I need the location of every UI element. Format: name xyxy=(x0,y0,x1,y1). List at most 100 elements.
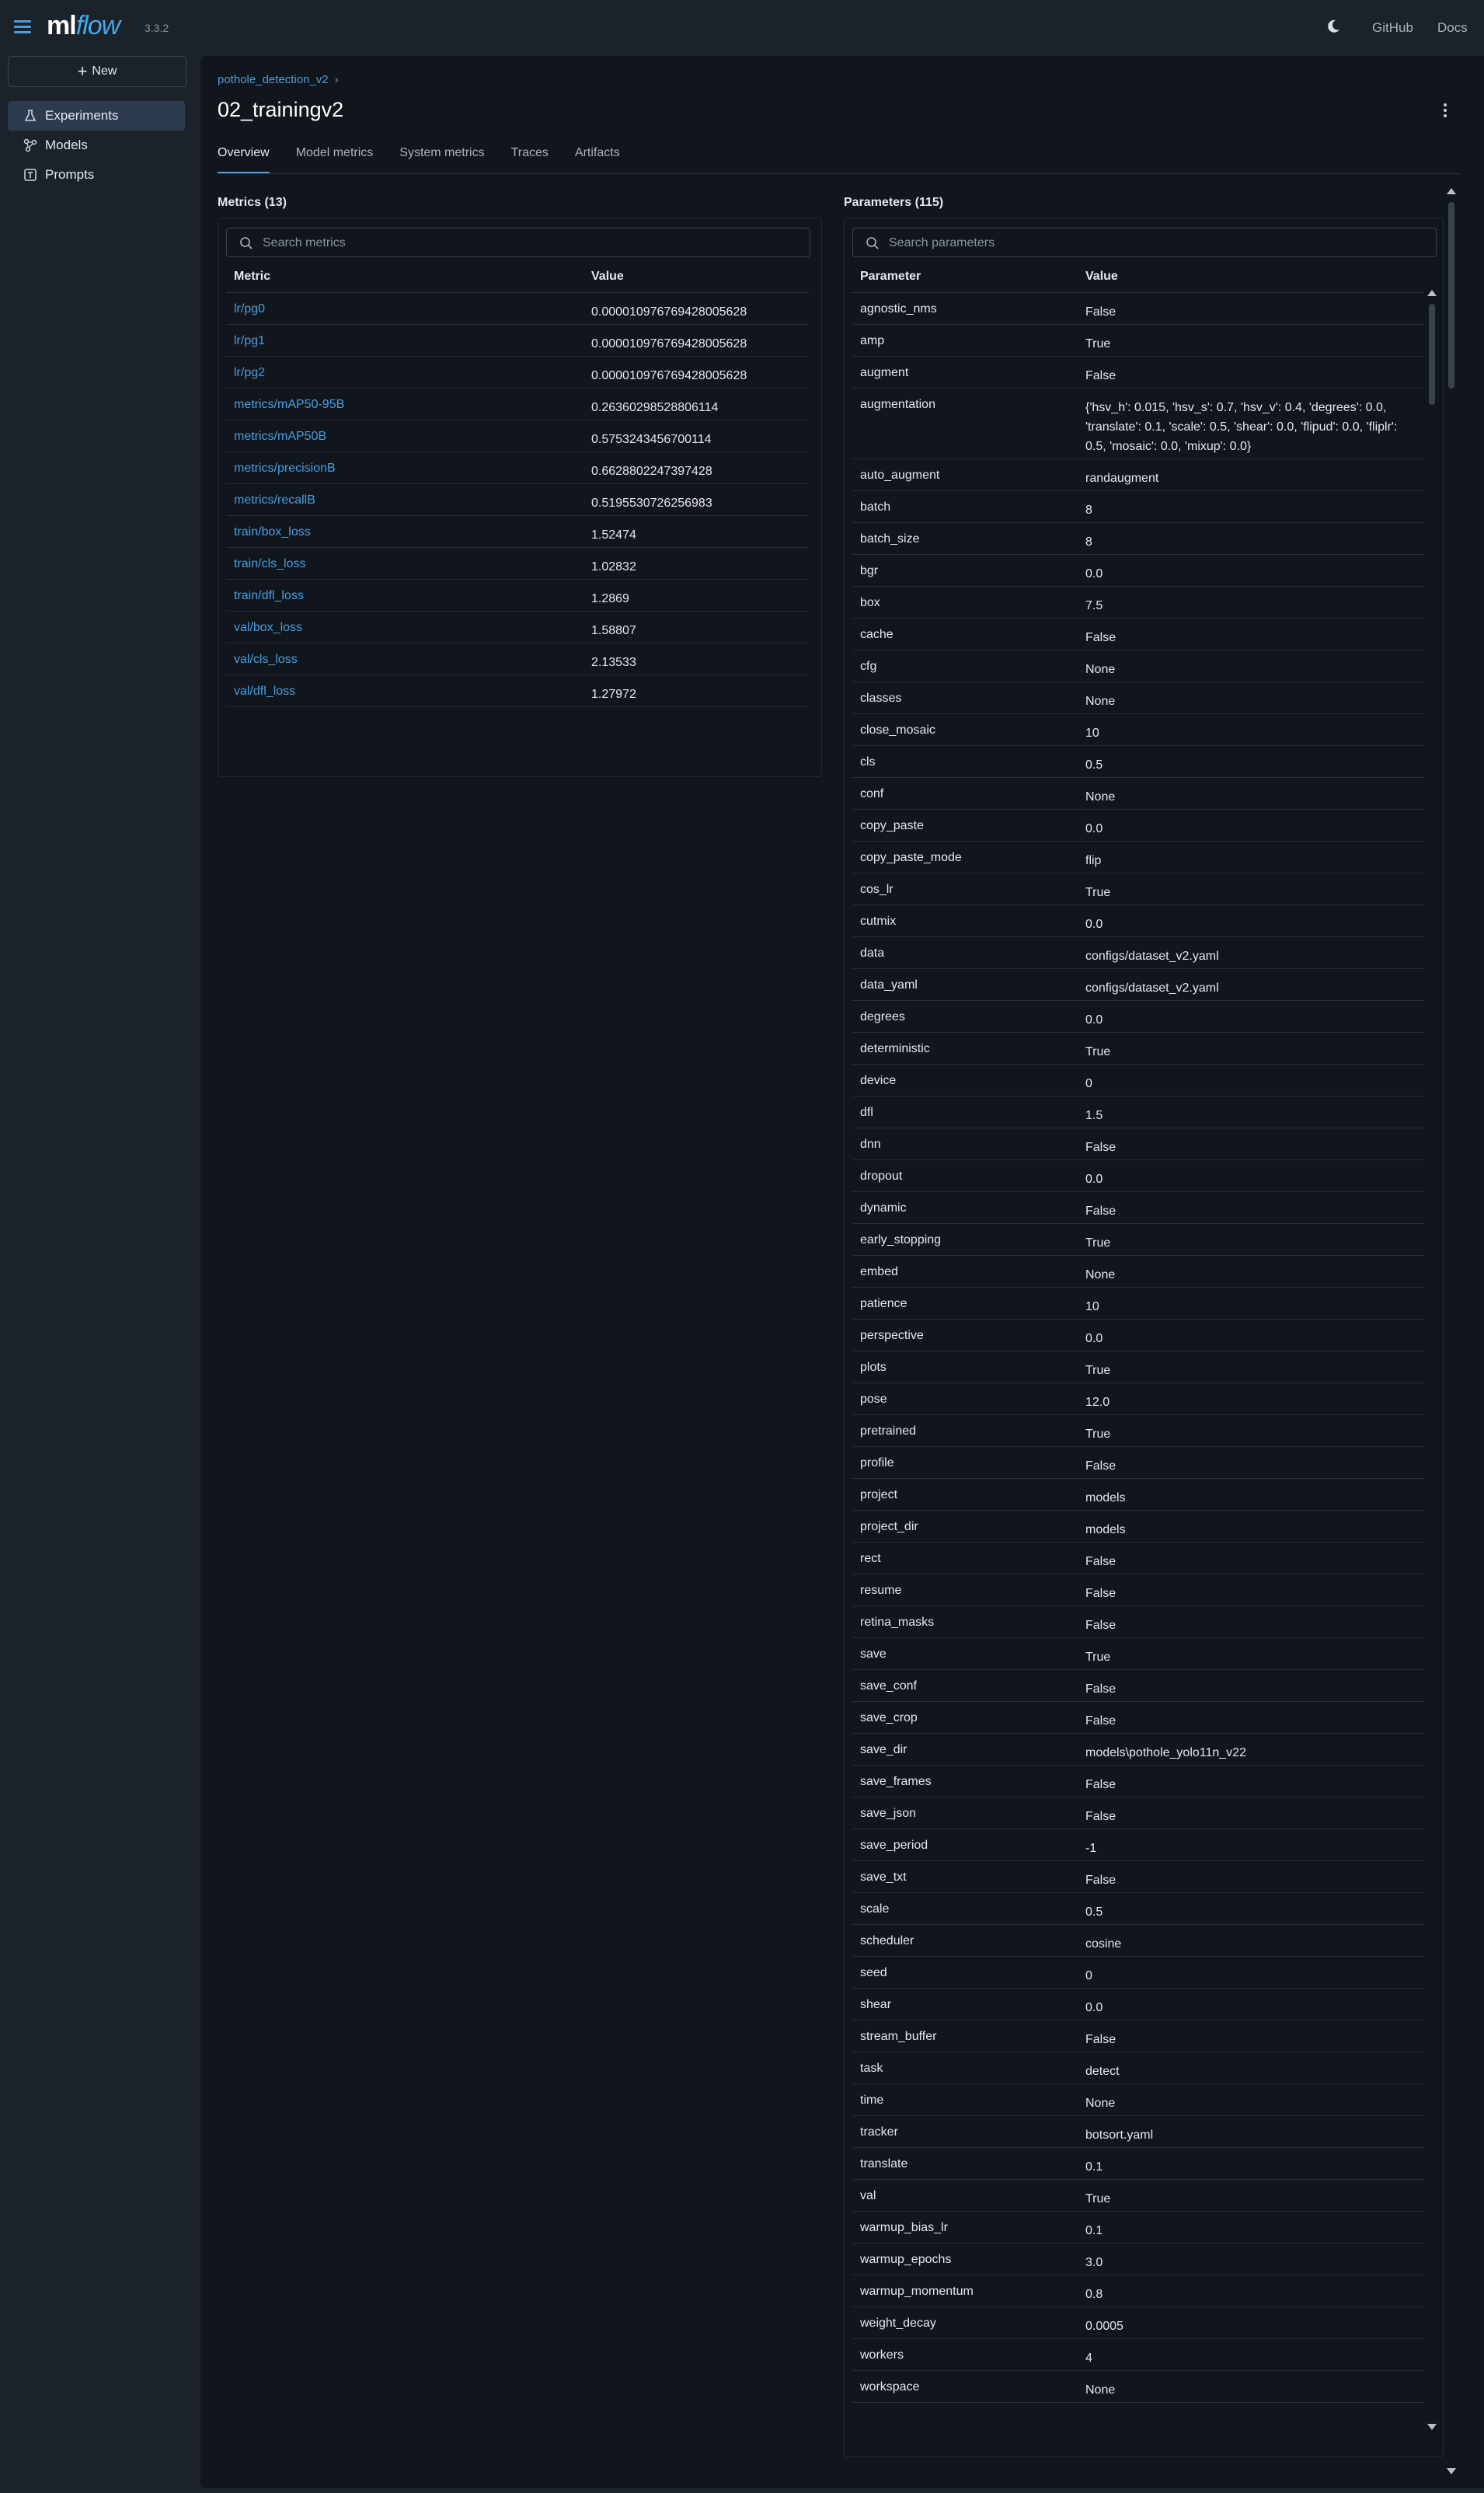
parameter-value: 0.1 xyxy=(1085,2224,1103,2237)
parameter-value: 0.0 xyxy=(1085,2001,1103,2014)
parameters-scrollbar[interactable] xyxy=(1427,288,1437,2433)
moon-icon[interactable] xyxy=(1325,19,1341,34)
search-icon xyxy=(866,237,879,249)
metric-name-link[interactable]: val/box_loss xyxy=(234,621,302,635)
parameter-value: configs/dataset_v2.yaml xyxy=(1085,950,1219,963)
parameter-value: False xyxy=(1085,1682,1116,1696)
parameters-search[interactable] xyxy=(852,228,1437,258)
tab-artifacts[interactable]: Artifacts xyxy=(575,146,620,174)
sidebar-item-experiments[interactable]: Experiments xyxy=(8,101,185,131)
parameter-value: 1.5 xyxy=(1085,1109,1103,1122)
table-row: embed None xyxy=(852,1256,1424,1288)
parameter-name: embed xyxy=(860,1265,898,1278)
parameter-value: True xyxy=(1085,337,1111,350)
table-row: classes None xyxy=(852,682,1424,714)
sidebar-item-models[interactable]: Models xyxy=(8,131,185,160)
metric-name-link[interactable]: val/dfl_loss xyxy=(234,685,295,699)
scroll-up-icon[interactable] xyxy=(1427,290,1437,296)
table-row: patience 10 xyxy=(852,1288,1424,1320)
docs-link[interactable]: Docs xyxy=(1437,20,1468,36)
scroll-up-icon[interactable] xyxy=(1447,188,1456,194)
mlflow-logo[interactable]: mlflow xyxy=(47,11,120,41)
parameter-value: 0.5 xyxy=(1085,758,1103,772)
parameters-panel: Parameter Value agnostic_nms False amp True… xyxy=(844,218,1444,2457)
parameter-name: tracker xyxy=(860,2125,898,2139)
version-label: 3.3.2 xyxy=(145,22,169,34)
tab-traces[interactable]: Traces xyxy=(511,146,549,174)
table-row: val/box_loss 1.58807 xyxy=(226,612,809,643)
parameter-value: None xyxy=(1085,2097,1116,2110)
table-row: augmentation {'hsv_h': 0.015, 'hsv_s': 0.… xyxy=(852,389,1424,459)
parameter-value: None xyxy=(1085,663,1116,676)
table-row: scheduler cosine xyxy=(852,1925,1424,1957)
column-header-parameter[interactable]: Parameter xyxy=(860,270,921,284)
metric-name-link[interactable]: metrics/mAP50-95B xyxy=(234,398,344,412)
table-row: val/cls_loss 2.13533 xyxy=(226,643,809,675)
parameter-name: workers xyxy=(860,2348,904,2362)
logo-ml: ml xyxy=(47,11,77,40)
metric-name-link[interactable]: val/cls_loss xyxy=(234,653,298,667)
table-row: pretrained True xyxy=(852,1415,1424,1447)
breadcrumb-experiment-link[interactable]: pothole_detection_v2 xyxy=(218,73,329,86)
tab-overview[interactable]: Overview xyxy=(218,146,270,174)
page-scrollbar[interactable] xyxy=(1447,187,1456,2477)
parameter-value: detect xyxy=(1085,2065,1120,2078)
metric-name-link[interactable]: metrics/mAP50B xyxy=(234,430,326,444)
column-header-metric[interactable]: Metric xyxy=(234,270,270,284)
search-parameters-input[interactable] xyxy=(887,228,1357,258)
table-row: batch 8 xyxy=(852,491,1424,523)
parameter-name: scale xyxy=(860,1902,890,1916)
parameter-value: models\pothole_yolo11n_v22 xyxy=(1085,1746,1246,1759)
column-header-value[interactable]: Value xyxy=(1085,270,1118,284)
github-link[interactable]: GitHub xyxy=(1372,20,1413,36)
parameter-name: rect xyxy=(860,1552,881,1565)
metric-name-link[interactable]: lr/pg1 xyxy=(234,334,265,348)
search-metrics-input[interactable] xyxy=(261,228,730,258)
table-row: warmup_epochs 3.0 xyxy=(852,2244,1424,2275)
metric-name-link[interactable]: lr/pg2 xyxy=(234,366,265,380)
scroll-down-icon[interactable] xyxy=(1447,2468,1456,2474)
scroll-down-icon[interactable] xyxy=(1427,2424,1437,2430)
parameter-name: time xyxy=(860,2094,884,2107)
table-row: copy_paste 0.0 xyxy=(852,810,1424,842)
scrollbar-thumb[interactable] xyxy=(1448,202,1454,389)
table-row: auto_augment randaugment xyxy=(852,459,1424,491)
metric-name-link[interactable]: train/dfl_loss xyxy=(234,589,304,603)
table-row: metrics/recallB 0.5195530726256983 xyxy=(226,484,809,516)
parameter-value: False xyxy=(1085,1459,1116,1473)
parameter-value: False xyxy=(1085,2033,1116,2046)
table-row: plots True xyxy=(852,1351,1424,1383)
parameter-name: dnn xyxy=(860,1138,881,1151)
tab-model-metrics[interactable]: Model metrics xyxy=(296,146,374,174)
table-row: bgr 0.0 xyxy=(852,555,1424,587)
menu-icon[interactable] xyxy=(14,17,31,34)
scrollbar-thumb[interactable] xyxy=(1429,304,1435,405)
metric-name-link[interactable]: metrics/precisionB xyxy=(234,462,336,476)
new-button[interactable]: + New xyxy=(8,56,186,87)
table-row: pose 12.0 xyxy=(852,1383,1424,1415)
column-header-value[interactable]: Value xyxy=(591,270,624,284)
table-row: data_yaml configs/dataset_v2.yaml xyxy=(852,969,1424,1001)
parameter-name: patience xyxy=(860,1297,907,1310)
parameter-name: classes xyxy=(860,692,902,705)
sidebar-item-prompts[interactable]: Prompts xyxy=(8,160,185,190)
parameter-value: True xyxy=(1085,1236,1111,1250)
tab-system-metrics[interactable]: System metrics xyxy=(399,146,484,174)
more-options-icon[interactable] xyxy=(1444,101,1448,120)
table-row: metrics/mAP50B 0.5753243456700114 xyxy=(226,420,809,452)
metric-name-link[interactable]: train/box_loss xyxy=(234,525,311,539)
metric-name-link[interactable]: lr/pg0 xyxy=(234,302,265,316)
parameter-name: workspace xyxy=(860,2380,920,2394)
table-row: cls 0.5 xyxy=(852,746,1424,778)
metrics-title: Metrics (13) xyxy=(218,196,287,209)
metric-value: 0.000010976769428005628 xyxy=(591,369,747,382)
parameter-name: save_dir xyxy=(860,1743,907,1756)
metric-name-link[interactable]: train/cls_loss xyxy=(234,557,305,571)
parameter-value: False xyxy=(1085,1874,1116,1887)
parameter-value: 0.0 xyxy=(1085,1013,1103,1027)
metrics-search[interactable] xyxy=(226,228,810,258)
metric-value: 0.26360298528806114 xyxy=(591,401,719,414)
metric-name-link[interactable]: metrics/recallB xyxy=(234,493,315,507)
parameter-value: {'hsv_h': 0.015, 'hsv_s': 0.7, 'hsv_v': … xyxy=(1085,401,1398,453)
parameter-name: weight_decay xyxy=(860,2317,936,2330)
